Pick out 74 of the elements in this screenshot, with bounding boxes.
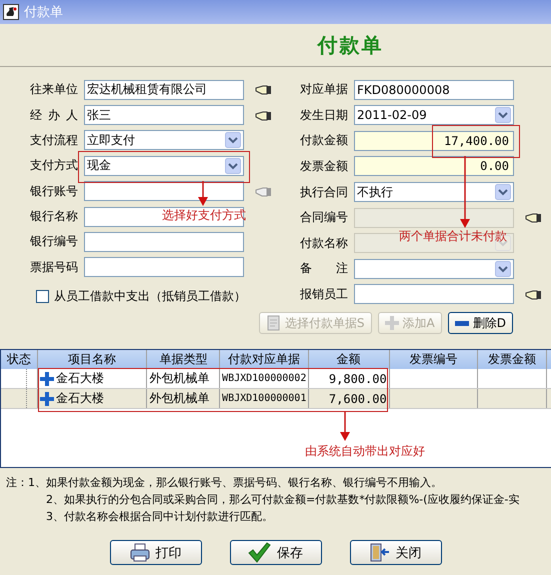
- checkbox-label: 从员工借款中支出（抵销员工借款）: [54, 288, 246, 305]
- input-field[interactable]: 0.00: [354, 156, 514, 176]
- field-label: 银行名称: [30, 208, 78, 226]
- table-cell: 外包机械单: [147, 389, 220, 408]
- field-label: 银行账号: [30, 182, 78, 200]
- annotation-text: 两个单据合计未付款: [399, 228, 507, 243]
- column-header[interactable]: 发票金额: [478, 350, 547, 369]
- field-label: 经 办 人: [30, 106, 78, 124]
- door-exit-icon: [370, 543, 390, 562]
- form-heading: 付款单: [318, 32, 384, 58]
- field-label: 发票金额: [300, 158, 348, 175]
- table-cell: 9,800.00: [309, 369, 390, 388]
- column-header[interactable]: 状态: [1, 350, 38, 369]
- field-label: 银行编号: [30, 233, 78, 250]
- table-cell: 7,600.00: [309, 389, 390, 408]
- app-logo-icon: [3, 4, 19, 20]
- input-field[interactable]: 17,400.00: [354, 130, 514, 151]
- field-label: 付款名称: [300, 234, 348, 252]
- input-field[interactable]: [84, 206, 244, 227]
- column-header[interactable]: 付款对应单据: [220, 350, 309, 369]
- printer-icon: [130, 543, 150, 562]
- pointing-hand-icon[interactable]: [254, 83, 272, 96]
- field-label: 合同编号: [300, 209, 348, 226]
- column-header[interactable]: 金额: [308, 350, 390, 369]
- field-label: 支付流程: [30, 132, 78, 149]
- input-field[interactable]: [84, 181, 244, 202]
- field-label: 支付方式: [30, 157, 78, 174]
- dialog-button[interactable]: 保存: [230, 540, 322, 565]
- dropdown-field[interactable]: [354, 258, 514, 279]
- document-icon: [266, 315, 281, 331]
- note-text: 3、付款名称会根据合同中计划付款进行匹配。: [46, 509, 274, 524]
- plus-icon: [40, 372, 54, 386]
- table-cell: WBJXD100000002: [220, 369, 310, 388]
- column-header[interactable]: 发票编号: [390, 350, 478, 369]
- input-field[interactable]: [84, 232, 244, 252]
- annotation-text: 由系统自动带出对应好: [305, 444, 425, 458]
- pointing-hand-icon[interactable]: [254, 108, 272, 122]
- column-header[interactable]: 单据类型: [147, 350, 220, 369]
- dropdown-field[interactable]: 现金: [84, 156, 244, 176]
- table-cell: WBJXD100000001: [220, 389, 310, 408]
- dropdown-field[interactable]: 2011-02-09: [354, 105, 514, 126]
- field-label: 票据号码: [30, 258, 78, 276]
- pointing-hand-icon[interactable]: [524, 288, 542, 301]
- window-title: 付款单: [24, 4, 63, 21]
- field-label: 执行合同: [300, 184, 348, 201]
- note-text: 2、如果执行的分包合同或采购合同，那么可付款金额=付款基数*付款限额%-(应收履约保证金-实: [46, 492, 520, 507]
- table-cell: 金石大楼: [56, 370, 104, 387]
- dialog-button[interactable]: 关闭: [350, 540, 442, 565]
- input-field[interactable]: 宏达机械租赁有限公司: [84, 80, 244, 100]
- dropdown-field[interactable]: 立即支付: [84, 130, 244, 150]
- note-text: 1、如果付款金额为现金，那么银行账号、票据号码、银行名称、银行编号不用输入。: [28, 475, 443, 490]
- field-label: 付款金额: [300, 132, 348, 150]
- plus-icon: [384, 316, 399, 330]
- notes-label: 注：: [6, 475, 28, 491]
- dialog-button[interactable]: 打印: [110, 540, 202, 565]
- check-icon: [248, 542, 271, 563]
- field-label: 发生日期: [300, 106, 348, 124]
- dropdown-field[interactable]: 不执行: [354, 182, 514, 202]
- table-cell: 金石大楼: [56, 390, 104, 407]
- field-label: 备 注: [300, 260, 348, 278]
- checkbox[interactable]: [36, 290, 49, 303]
- input-field[interactable]: [84, 257, 244, 278]
- input-field[interactable]: FKD080000008: [354, 80, 514, 100]
- field-label: 往来单位: [30, 81, 78, 98]
- input-field[interactable]: 张三: [84, 105, 244, 126]
- toolbar-button[interactable]: 删除D: [448, 312, 513, 334]
- arrow: [340, 411, 350, 441]
- plus-icon: [40, 392, 54, 406]
- arrow: [198, 180, 208, 206]
- input-field[interactable]: [354, 284, 514, 304]
- field-label: 对应单据: [300, 81, 348, 98]
- field-label: 报销员工: [300, 286, 348, 303]
- column-header[interactable]: 项目名称: [38, 350, 148, 369]
- table-cell: 外包机械单: [147, 369, 220, 388]
